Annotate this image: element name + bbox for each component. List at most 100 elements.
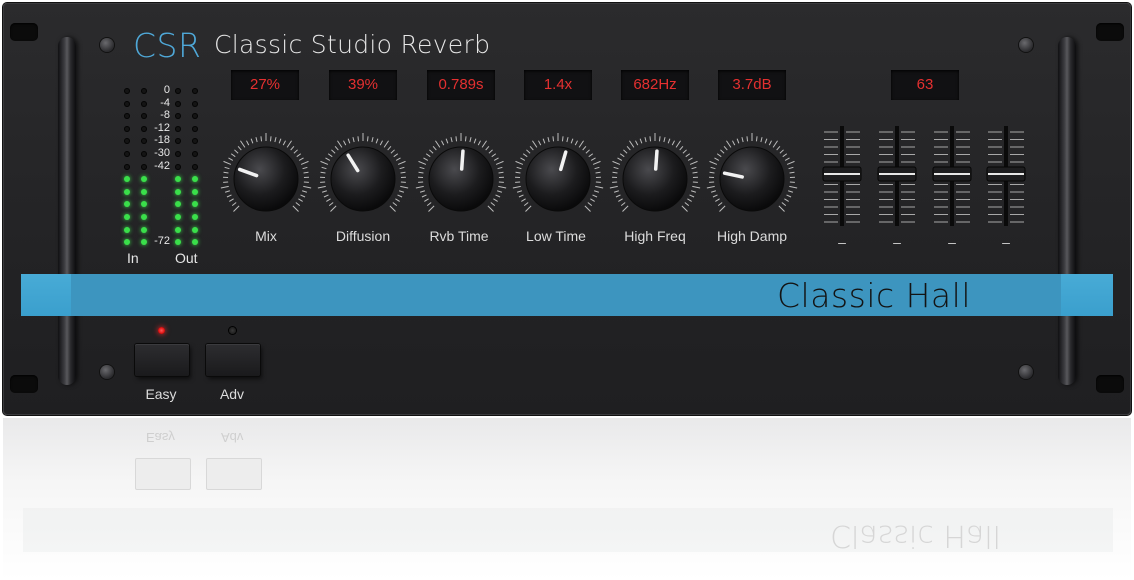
knob-tick: [726, 140, 732, 148]
adv-led-icon: [229, 327, 236, 334]
knob-tick: [481, 140, 487, 148]
knob-tick: [282, 140, 286, 146]
knob-tick: [399, 166, 405, 170]
knob-tick: [393, 153, 399, 158]
knob-tick: [593, 190, 600, 193]
preset-name[interactable]: Classic Hall: [777, 276, 971, 315]
meter-out-label: Out: [175, 250, 198, 266]
knob-tick: [352, 137, 355, 143]
diffusion-knob[interactable]: [316, 132, 410, 226]
knob-tick: [516, 166, 522, 170]
fader-4[interactable]: [984, 124, 1028, 228]
knob-tick: [772, 140, 778, 148]
knob-tick: [789, 185, 798, 189]
knob-tick: [532, 140, 538, 148]
adv-mode-button[interactable]: [206, 344, 260, 376]
knob-tick: [237, 145, 242, 151]
knob-tick: [520, 157, 526, 161]
easy-mode-button[interactable]: [135, 344, 189, 376]
knob-tick: [418, 160, 427, 165]
knob-tick: [395, 157, 401, 161]
meter-led: [192, 88, 198, 94]
knob-tick: [755, 136, 758, 142]
knob-tick: [687, 198, 692, 202]
knob-tick: [515, 171, 521, 174]
fader-2[interactable]: [875, 124, 919, 228]
meter-in-label: In: [127, 250, 139, 266]
knob-tick: [719, 205, 726, 212]
mix-display: 27%: [231, 70, 299, 100]
knob-tick: [710, 166, 716, 170]
knob-tick: [685, 153, 691, 158]
meter-led: [141, 214, 147, 220]
mix-knob[interactable]: [219, 132, 313, 226]
knob-tick: [590, 157, 596, 161]
meter-led: [124, 125, 130, 132]
fader-graphic: [986, 126, 1026, 226]
knob-tick: [383, 140, 389, 148]
knob-tick: [485, 145, 490, 151]
knob-tick: [691, 166, 697, 170]
meter-scale-label: 0: [163, 84, 170, 96]
knob-tick: [493, 157, 499, 161]
low-time-knob[interactable]: [511, 132, 605, 226]
knob-tick: [392, 202, 398, 207]
knob-graphic: [512, 133, 604, 212]
knob-tick: [300, 160, 309, 165]
low-time-label: Low Time: [526, 228, 586, 244]
meter-led: [175, 188, 181, 195]
knob-tick: [240, 140, 246, 148]
knob-tick: [706, 185, 715, 189]
knob-tick: [692, 171, 698, 174]
knob-tick: [787, 190, 794, 193]
knob-tick: [286, 140, 292, 148]
knob-tick: [230, 153, 236, 158]
knob-tick: [375, 138, 379, 144]
preset-selector[interactable]: Classic Hall: [71, 274, 1061, 316]
rvb-time-knob[interactable]: [414, 132, 508, 226]
knob-tick: [613, 190, 620, 193]
meter-led: [192, 163, 198, 170]
fader-3[interactable]: [930, 124, 974, 228]
high-damp-knob[interactable]: [705, 132, 799, 226]
rack-handle-left: [58, 37, 76, 385]
knob-tick: [523, 202, 529, 207]
knob-tick: [710, 190, 717, 193]
meter-scale-label: -42: [154, 159, 170, 172]
fader-1[interactable]: [820, 124, 864, 228]
knob-tick: [629, 140, 635, 148]
knob-tick: [682, 149, 687, 154]
knob-tick: [714, 157, 720, 161]
knob-tick: [552, 136, 555, 142]
high-freq-knob[interactable]: [608, 132, 702, 226]
knob-tick: [786, 194, 792, 198]
knob-tick: [295, 202, 301, 207]
knob-tick: [334, 145, 339, 151]
diffusion-display: 39%: [329, 70, 397, 100]
knob-tick: [419, 166, 425, 170]
knob-tick: [736, 138, 740, 144]
knob-tick: [223, 160, 232, 165]
knob-tick: [746, 136, 749, 142]
knob-tick: [274, 137, 277, 143]
knob-tick: [644, 137, 647, 143]
screw-icon: [100, 365, 114, 379]
knob-tick: [423, 157, 429, 161]
screw-icon: [100, 38, 114, 52]
knob-tick: [398, 190, 405, 193]
knob-tick: [584, 205, 591, 212]
knob-tick: [786, 160, 795, 165]
knob-tick: [498, 171, 504, 174]
knob-tick: [233, 205, 240, 212]
knob-tick: [397, 160, 406, 165]
knob-tick: [623, 149, 628, 154]
knob-tick: [779, 149, 784, 154]
knob-tick: [321, 190, 328, 193]
knob-tick: [328, 202, 334, 207]
knob-tick: [496, 190, 503, 193]
knob-tick: [473, 138, 477, 144]
knob-tick: [495, 194, 501, 198]
low-time-display: 1.4x: [524, 70, 592, 100]
knob-tick: [613, 166, 619, 170]
knob-tick: [620, 202, 626, 207]
